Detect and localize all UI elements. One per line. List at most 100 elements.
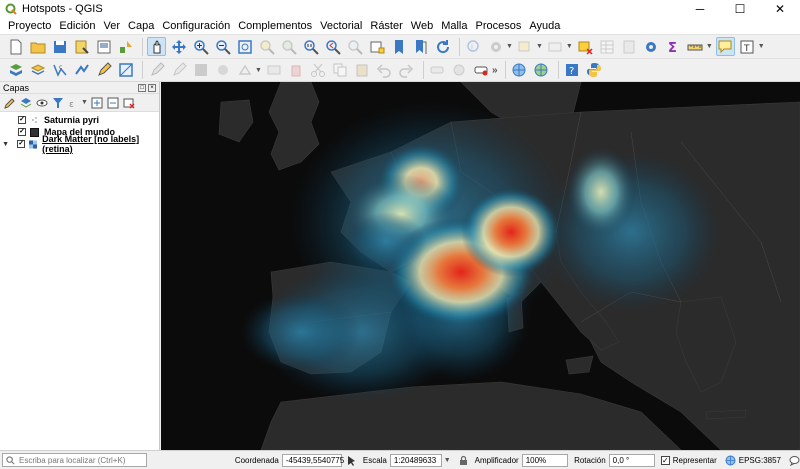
crs-button[interactable] [725,454,736,466]
undo-button[interactable] [375,61,394,80]
toggle-editing-button[interactable] [147,61,166,80]
chevron-down-icon[interactable]: ▼ [566,43,573,50]
menu-web[interactable]: Web [407,20,437,32]
help-button[interactable]: ? [563,61,582,80]
style-manager-button[interactable] [116,37,135,56]
chevron-down-icon[interactable]: ▼ [758,43,765,50]
layer-visibility-checkbox[interactable]: ✓ [18,116,26,124]
close-panel-button[interactable]: × [148,83,156,92]
layer-visibility-checkbox[interactable]: ✓ [18,128,26,136]
layer-row-saturnia-pyri[interactable]: ✓ Saturnia pyri [0,114,159,126]
manage-visibility-button[interactable] [35,96,48,109]
refresh-button[interactable] [433,37,452,56]
current-edits-button[interactable] [169,61,188,80]
menu-edicion[interactable]: Edición [55,20,99,32]
text-annotation-button[interactable]: T [738,37,757,56]
save-project-button[interactable] [50,37,69,56]
new-bookmark-button[interactable] [389,37,408,56]
field-calculator-button[interactable] [620,37,639,56]
menu-vectorial[interactable]: Vectorial [316,20,366,32]
expand-arrow-icon[interactable]: ▼ [2,141,9,148]
collapse-all-button[interactable] [107,96,120,109]
pan-to-selection-button[interactable] [169,37,188,56]
open-project-button[interactable] [28,37,47,56]
copy-features-button[interactable] [331,61,350,80]
save-edits-button[interactable] [191,61,210,80]
menu-ver[interactable]: Ver [100,20,125,32]
digitize-button[interactable] [94,61,113,80]
coordinate-field[interactable]: -45439,5540775 [281,453,344,467]
print-layout-button[interactable] [94,37,113,56]
add-feature-button[interactable] [213,61,232,80]
magnifier-field[interactable]: 100% [521,453,569,467]
map-canvas[interactable] [161,82,800,450]
show-bookmarks-button[interactable] [411,37,430,56]
menu-malla[interactable]: Malla [437,20,471,32]
menu-procesos[interactable]: Procesos [472,20,526,32]
add-raster-layer-button[interactable] [72,61,91,80]
menu-capa[interactable]: Capa [124,20,158,32]
add-mesh-layer-button[interactable] [116,61,135,80]
highlight-pinned-labels-button[interactable] [472,61,491,80]
zoom-to-layer-button[interactable] [279,37,298,56]
vertex-tool-button[interactable] [235,61,254,80]
pan-map-button[interactable] [147,37,166,56]
processing-toolbox-button[interactable] [642,37,661,56]
crs-label[interactable]: EPSG:3857 [739,456,781,465]
heatmap-map[interactable] [161,82,800,450]
chevron-down-icon[interactable]: ▼ [444,457,451,464]
select-by-value-button[interactable] [546,37,565,56]
messages-button[interactable] [789,454,800,466]
new-layer-button[interactable] [28,61,47,80]
statistical-summary-button[interactable]: Σ [664,37,683,56]
toggle-extents-button[interactable] [346,454,357,466]
actions-button[interactable] [486,37,505,56]
zoom-to-selection-button[interactable] [257,37,276,56]
more-tools-icon[interactable]: » [492,65,498,76]
measure-button[interactable] [686,37,705,56]
save-as-button[interactable] [72,37,91,56]
menu-proyecto[interactable]: Proyecto [4,20,55,32]
menu-raster[interactable]: Ráster [366,20,406,32]
new-map-view-button[interactable] [367,37,386,56]
menu-complementos[interactable]: Complementos [234,20,316,32]
layer-row-dark-matter[interactable]: ▼ ✓ Dark Matter [no labels] (retina) [0,134,159,154]
render-checkbox[interactable]: ✓ [661,455,670,465]
attribute-table-button[interactable] [598,37,617,56]
zoom-in-button[interactable] [191,37,210,56]
chevron-down-icon[interactable]: ▼ [706,43,713,50]
rotation-field[interactable]: 0,0 ° [608,453,656,467]
add-wfs-layer-button[interactable] [532,61,551,80]
diagram-options-button[interactable] [450,61,469,80]
cut-features-button[interactable] [309,61,328,80]
filter-expression-button[interactable]: ε [67,96,80,109]
redo-button[interactable] [397,61,416,80]
undock-panel-button[interactable]: □ [138,83,146,92]
scale-field[interactable]: 1:20489633 [389,453,442,467]
chevron-down-icon[interactable]: ▼ [81,99,88,106]
chevron-down-icon[interactable]: ▼ [255,67,262,74]
map-tips-button[interactable] [715,37,735,56]
close-button[interactable]: ✕ [760,0,800,18]
maximize-button[interactable]: ☐ [720,0,760,18]
new-project-button[interactable] [6,37,25,56]
menu-configuracion[interactable]: Configuración [158,20,234,32]
minimize-button[interactable]: ─ [680,0,720,18]
menu-ayuda[interactable]: Ayuda [525,20,564,32]
paste-features-button[interactable] [353,61,372,80]
add-vector-layer-button[interactable]: c [50,61,69,80]
remove-layer-button[interactable] [123,96,136,109]
layer-styling-button[interactable] [3,96,16,109]
layer-visibility-checkbox[interactable]: ✓ [17,140,26,148]
zoom-full-button[interactable] [235,37,254,56]
data-source-manager-button[interactable] [6,61,25,80]
select-features-button[interactable] [516,37,535,56]
lock-scale-button[interactable] [458,454,469,466]
python-console-button[interactable] [585,61,604,80]
zoom-last-button[interactable] [323,37,342,56]
deselect-all-button[interactable] [576,37,595,56]
chevron-down-icon[interactable]: ▼ [536,43,543,50]
zoom-out-button[interactable] [213,37,232,56]
delete-selected-button[interactable] [287,61,306,80]
chevron-down-icon[interactable]: ▼ [506,43,513,50]
